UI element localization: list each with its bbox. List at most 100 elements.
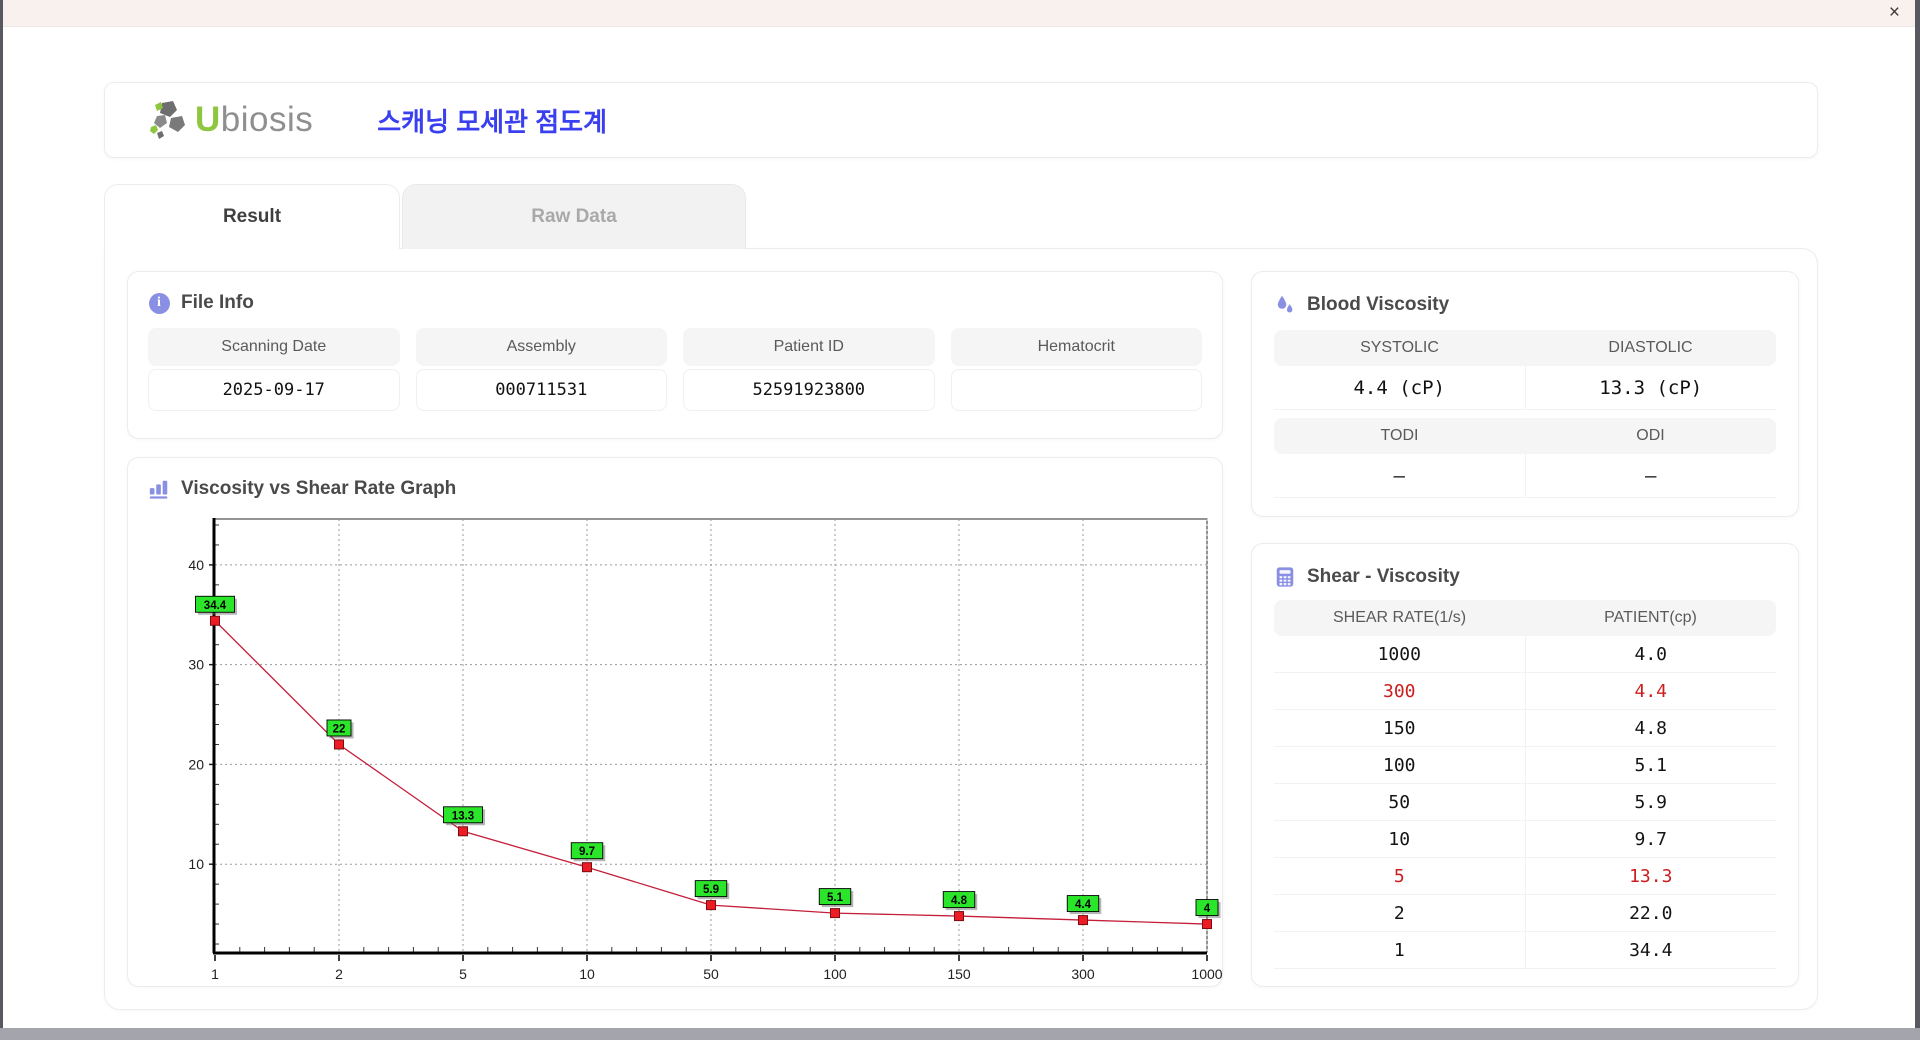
patient-viscosity-cell: 5.9 <box>1524 784 1776 821</box>
shear-rate-cell: 150 <box>1274 710 1525 747</box>
patient-viscosity-cell: 9.7 <box>1524 821 1776 858</box>
svg-text:34.4: 34.4 <box>204 600 227 612</box>
tab-raw-data[interactable]: Raw Data <box>402 184 746 249</box>
svg-text:10: 10 <box>579 966 595 980</box>
window-frame-right <box>1915 0 1920 1040</box>
shear-table-row: 1000 4.0 <box>1274 636 1776 673</box>
shear-table-row: 2 22.0 <box>1274 895 1776 932</box>
shear-table-row: 300 4.4 <box>1274 673 1776 710</box>
svg-text:9.7: 9.7 <box>579 846 595 858</box>
graph-title: Viscosity vs Shear Rate Graph <box>181 478 457 499</box>
shear-viscosity-title: Shear - Viscosity <box>1307 566 1460 587</box>
logo-text: Ubiosis <box>195 100 313 140</box>
shear-rate-cell: 2 <box>1274 895 1525 932</box>
file-info-field-value: 2025-09-17 <box>148 369 400 411</box>
file-info-field-label: Scanning Date <box>148 328 400 366</box>
file-info-field-label: Assembly <box>415 328 667 366</box>
patient-viscosity-cell: 13.3 <box>1524 858 1776 895</box>
blood-viscosity-value-row: – – <box>1274 454 1776 498</box>
tab-result[interactable]: Result <box>104 184 400 249</box>
svg-text:10: 10 <box>188 856 204 872</box>
svg-text:5: 5 <box>459 966 467 980</box>
shear-col-header-patient: PATIENT(cp) <box>1525 600 1776 636</box>
logo-text-rest: biosis <box>220 100 314 139</box>
app-title: 스캐닝 모세관 점도계 <box>377 106 607 137</box>
patient-viscosity-cell: 4.4 <box>1524 673 1776 710</box>
svg-text:150: 150 <box>947 966 971 980</box>
file-info-card: i File Info Scanning Date 2025-09-17 Assem… <box>127 271 1223 439</box>
shear-viscosity-table: SHEAR RATE(1/s) PATIENT(cp) 1000 4.0 300 4.… <box>1274 600 1776 969</box>
patient-viscosity-cell: 5.1 <box>1524 747 1776 784</box>
bv-label-odi: ODI <box>1525 418 1776 454</box>
file-info-field: Hematocrit <box>950 328 1202 411</box>
file-info-fields: Scanning Date 2025-09-17 Assembly 000711531… <box>148 328 1202 411</box>
file-info-field-value: 52591923800 <box>683 369 935 411</box>
bv-label-diastolic: DIASTOLIC <box>1525 330 1776 366</box>
blood-viscosity-card: Blood Viscosity SYSTOLIC DIASTOLIC 4.4 (cP… <box>1251 271 1799 517</box>
file-info-field-label: Patient ID <box>683 328 935 366</box>
bv-value-systolic: 4.4 (cP) <box>1274 366 1525 410</box>
shear-rate-cell: 1000 <box>1274 636 1525 673</box>
file-info-field: Scanning Date 2025-09-17 <box>148 328 400 411</box>
svg-text:4.4: 4.4 <box>1075 899 1092 911</box>
patient-viscosity-cell: 4.8 <box>1524 710 1776 747</box>
patient-viscosity-cell: 22.0 <box>1524 895 1776 932</box>
shear-rate-cell: 50 <box>1274 784 1525 821</box>
bv-label-systolic: SYSTOLIC <box>1274 330 1525 366</box>
shear-rate-cell: 300 <box>1274 673 1525 710</box>
shear-table-row: 5 13.3 <box>1274 858 1776 895</box>
svg-text:13.3: 13.3 <box>452 810 474 822</box>
logo-text-u: U <box>195 100 221 139</box>
shear-table-row: 10 9.7 <box>1274 821 1776 858</box>
bv-value-diastolic: 13.3 (cP) <box>1524 366 1776 410</box>
shear-rate-cell: 5 <box>1274 858 1525 895</box>
tab-bar: Result Raw Data <box>104 184 746 249</box>
window-frame-left <box>0 0 3 1040</box>
file-info-field-value: 000711531 <box>415 369 667 411</box>
shear-rate-cell: 1 <box>1274 932 1525 969</box>
file-info-title: File Info <box>181 292 254 313</box>
droplets-icon <box>1274 294 1296 316</box>
shear-rate-cell: 10 <box>1274 821 1525 858</box>
blood-viscosity-table: SYSTOLIC DIASTOLIC 4.4 (cP) 13.3 (cP) TODI OD… <box>1274 330 1776 498</box>
svg-text:5.1: 5.1 <box>827 892 844 904</box>
app-logo: Ubiosis <box>145 97 313 143</box>
header-card: Ubiosis 스캐닝 모세관 점도계 <box>104 82 1818 158</box>
shear-rate-cell: 100 <box>1274 747 1525 784</box>
main-panel: i File Info Scanning Date 2025-09-17 Assem… <box>104 248 1818 1010</box>
svg-text:300: 300 <box>1071 966 1095 980</box>
patient-viscosity-cell: 4.0 <box>1524 636 1776 673</box>
bar-chart-icon <box>148 478 170 500</box>
svg-text:4.8: 4.8 <box>951 895 968 907</box>
blood-viscosity-title: Blood Viscosity <box>1307 294 1450 315</box>
shear-col-header-rate: SHEAR RATE(1/s) <box>1274 600 1525 636</box>
bv-value-todi: – <box>1274 454 1525 498</box>
shear-table-row: 1 34.4 <box>1274 932 1776 969</box>
svg-text:1: 1 <box>211 966 219 980</box>
svg-text:30: 30 <box>188 657 204 673</box>
shear-table-row: 150 4.8 <box>1274 710 1776 747</box>
chart-wrap: 10 20 30 40 1 2 5 10 50 100 150 300 1000 34.4 22 13.3 9.… <box>148 502 1223 985</box>
svg-text:2: 2 <box>335 966 343 980</box>
file-info-field-value <box>950 369 1202 411</box>
svg-text:1000: 1000 <box>1191 966 1222 980</box>
viscosity-chart: 10 20 30 40 1 2 5 10 50 100 150 300 1000 34.4 22 13.3 9.… <box>188 518 1223 982</box>
svg-text:20: 20 <box>188 756 204 772</box>
shear-table-row: 100 5.1 <box>1274 747 1776 784</box>
file-info-field: Patient ID 52591923800 <box>683 328 935 411</box>
logo-pebbles-icon <box>145 97 191 143</box>
svg-text:50: 50 <box>703 966 719 980</box>
shear-viscosity-card: Shear - Viscosity SHEAR RATE(1/s) PATIEN… <box>1251 543 1799 987</box>
close-icon[interactable]: × <box>1883 1 1906 25</box>
patient-viscosity-cell: 34.4 <box>1524 932 1776 969</box>
blood-viscosity-value-row: 4.4 (cP) 13.3 (cP) <box>1274 366 1776 410</box>
bv-label-todi: TODI <box>1274 418 1525 454</box>
blood-viscosity-header-row: SYSTOLIC DIASTOLIC <box>1274 330 1776 366</box>
shear-table-row: 50 5.9 <box>1274 784 1776 821</box>
window-frame-bottom <box>0 1028 1920 1040</box>
blood-viscosity-header-row: TODI ODI <box>1274 418 1776 454</box>
svg-text:4: 4 <box>1204 903 1211 915</box>
graph-card: Viscosity vs Shear Rate Graph 10 20 30 40 1 2… <box>127 457 1223 987</box>
file-info-field: Assembly 000711531 <box>415 328 667 411</box>
shear-table-header: SHEAR RATE(1/s) PATIENT(cp) <box>1274 600 1776 636</box>
